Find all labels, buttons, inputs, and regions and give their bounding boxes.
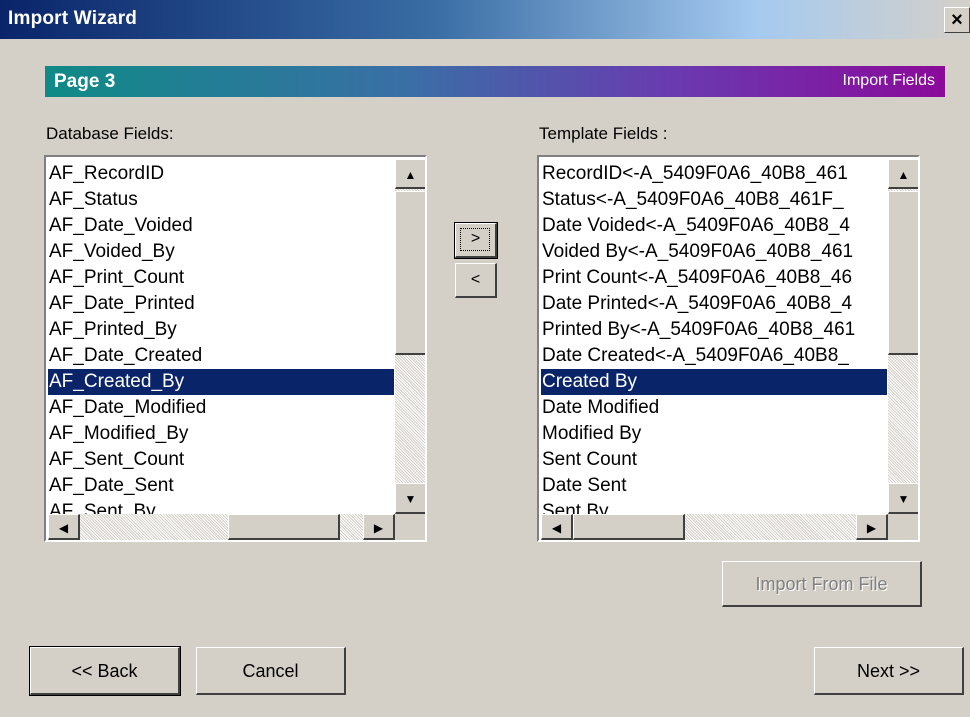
list-item[interactable]: Status<-A_5409F0A6_40B8_461F_: [541, 187, 887, 213]
page-section-title: Import Fields: [842, 72, 935, 89]
scroll-up-icon: ▲: [404, 168, 417, 182]
database-fields-items: AF_RecordID AF_Status AF_Date_Voided AF_Voi…: [48, 161, 394, 525]
list-item[interactable]: AF_Created_By: [48, 369, 394, 395]
scroll-right-button[interactable]: ▶: [856, 514, 888, 540]
scroll-down-button[interactable]: ▼: [395, 483, 425, 514]
list-item[interactable]: AF_Date_Created: [48, 343, 394, 369]
list-item[interactable]: AF_Status: [48, 187, 394, 213]
list-item[interactable]: AF_Date_Sent: [48, 473, 394, 499]
list-item[interactable]: Modified By: [541, 421, 887, 447]
list-item[interactable]: AF_Sent_Count: [48, 447, 394, 473]
add-field-button[interactable]: >: [454, 222, 498, 259]
list-item[interactable]: Date Modified: [541, 395, 887, 421]
list-item[interactable]: AF_Print_Count: [48, 265, 394, 291]
database-fields-hscrollbar[interactable]: ◀ ▶: [48, 514, 395, 540]
database-fields-listbox[interactable]: AF_RecordID AF_Status AF_Date_Voided AF_Voi…: [44, 155, 427, 542]
scroll-down-button[interactable]: ▼: [888, 483, 918, 514]
list-item[interactable]: Date Voided<-A_5409F0A6_40B8_4: [541, 213, 887, 239]
scroll-right-icon: ▶: [866, 521, 877, 535]
list-item[interactable]: Print Count<-A_5409F0A6_40B8_46: [541, 265, 887, 291]
scroll-up-icon: ▲: [897, 168, 910, 182]
list-item[interactable]: AF_Modified_By: [48, 421, 394, 447]
list-item[interactable]: AF_Printed_By: [48, 317, 394, 343]
scroll-right-icon: ▶: [373, 521, 384, 535]
database-fields-label: Database Fields:: [46, 124, 174, 143]
close-icon: ×: [951, 9, 963, 31]
scroll-up-button[interactable]: ▲: [888, 159, 918, 189]
list-item[interactable]: Created By: [541, 369, 887, 395]
template-fields-items: RecordID<-A_5409F0A6_40B8_461 Status<-A_5…: [541, 161, 887, 525]
window-title: Import Wizard: [8, 8, 138, 29]
list-item[interactable]: Date Printed<-A_5409F0A6_40B8_4: [541, 291, 887, 317]
scroll-down-icon: ▼: [404, 492, 417, 506]
list-item[interactable]: Voided By<-A_5409F0A6_40B8_461: [541, 239, 887, 265]
list-item[interactable]: AF_Date_Voided: [48, 213, 394, 239]
back-label: << Back: [71, 661, 138, 681]
import-from-file-label: Import From File: [755, 574, 888, 594]
template-fields-hscrollbar[interactable]: ◀ ▶: [541, 514, 888, 540]
database-fields-vscrollbar[interactable]: ▲ ▼: [395, 159, 425, 514]
list-item[interactable]: AF_Voided_By: [48, 239, 394, 265]
vscroll-thumb[interactable]: [888, 191, 918, 355]
remove-field-label: <: [470, 271, 481, 288]
list-item[interactable]: Date Created<-A_5409F0A6_40B8_: [541, 343, 887, 369]
template-fields-label: Template Fields :: [539, 124, 668, 143]
focus-rectangle: [460, 228, 490, 251]
scroll-left-icon: ◀: [58, 521, 69, 535]
next-label: Next >>: [856, 661, 921, 681]
hscroll-thumb[interactable]: [573, 514, 685, 540]
list-item[interactable]: RecordID<-A_5409F0A6_40B8_461: [541, 161, 887, 187]
cancel-label: Cancel: [242, 661, 299, 681]
back-button[interactable]: << Back: [29, 646, 181, 696]
scroll-corner: [395, 514, 425, 540]
page-number: Page 3: [54, 71, 116, 92]
scroll-up-button[interactable]: ▲: [395, 159, 425, 189]
scroll-down-icon: ▼: [897, 492, 910, 506]
list-item[interactable]: AF_Date_Printed: [48, 291, 394, 317]
scroll-left-button[interactable]: ◀: [541, 514, 573, 540]
page-banner: Page 3 Import Fields: [45, 66, 945, 97]
cancel-button[interactable]: Cancel: [196, 647, 346, 695]
scroll-corner: [888, 514, 918, 540]
close-button[interactable]: ×: [944, 7, 970, 33]
import-from-file-button[interactable]: Import From File: [722, 561, 922, 607]
title-bar: Import Wizard ×: [0, 0, 970, 39]
list-item[interactable]: AF_Date_Modified: [48, 395, 394, 421]
template-fields-vscrollbar[interactable]: ▲ ▼: [888, 159, 918, 514]
vscroll-thumb[interactable]: [395, 191, 425, 355]
hscroll-thumb[interactable]: [228, 514, 340, 540]
scroll-right-button[interactable]: ▶: [363, 514, 395, 540]
remove-field-button[interactable]: <: [455, 263, 497, 298]
list-item[interactable]: Date Sent: [541, 473, 887, 499]
next-button[interactable]: Next >>: [814, 647, 964, 695]
list-item[interactable]: AF_RecordID: [48, 161, 394, 187]
template-fields-listbox[interactable]: RecordID<-A_5409F0A6_40B8_461 Status<-A_5…: [537, 155, 920, 542]
scroll-left-button[interactable]: ◀: [48, 514, 80, 540]
list-item[interactable]: Printed By<-A_5409F0A6_40B8_461: [541, 317, 887, 343]
scroll-left-icon: ◀: [551, 521, 562, 535]
list-item[interactable]: Sent Count: [541, 447, 887, 473]
